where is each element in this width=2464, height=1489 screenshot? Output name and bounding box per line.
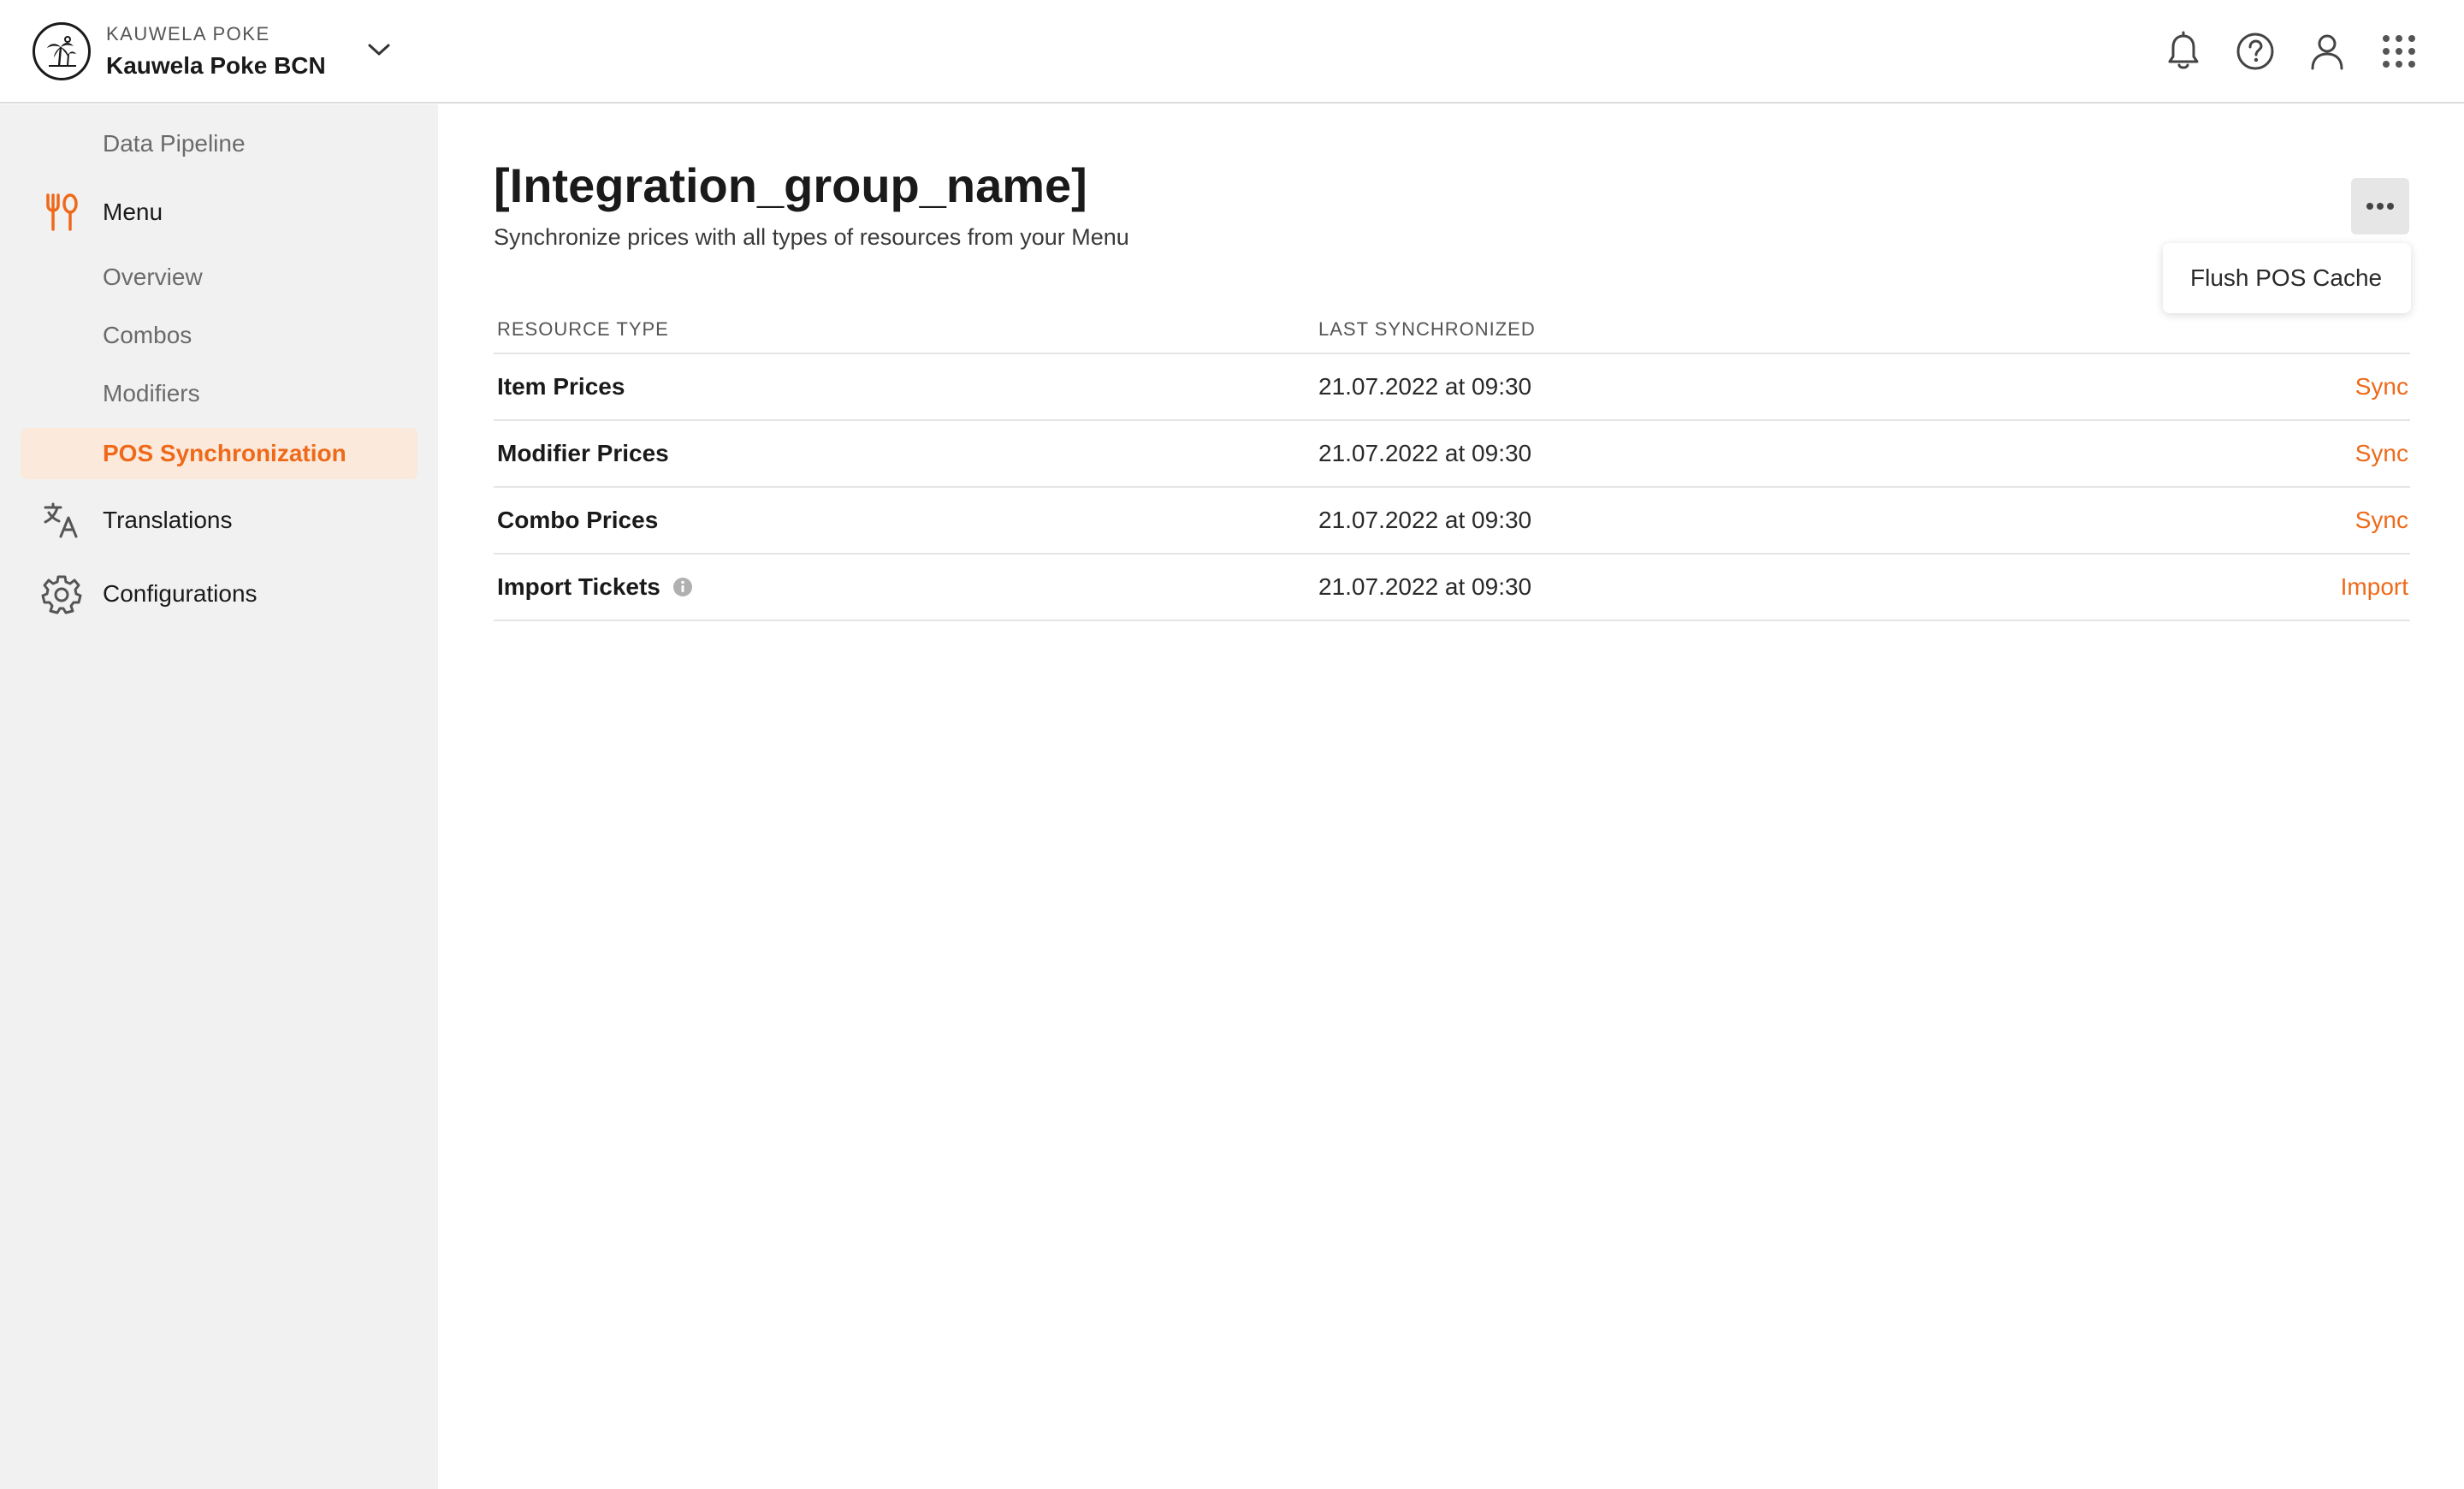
flush-pos-cache-item[interactable]: Flush POS Cache (2163, 264, 2382, 292)
org-text: KAUWELA POKE Kauwela Poke BCN (106, 23, 326, 80)
sidebar-item-configurations-label: Configurations (103, 580, 258, 607)
sidebar-item-data-pipeline[interactable]: Data Pipeline (103, 130, 246, 157)
ellipsis-icon (2366, 203, 2394, 210)
gear-icon (39, 572, 84, 616)
last-synchronized-date: 21.07.2022 at 09:30 (1318, 440, 1532, 466)
sidebar-item-pos-synchronization[interactable]: POS Synchronization (21, 428, 418, 479)
sync-item-prices-button[interactable]: Sync (2355, 373, 2408, 400)
info-icon[interactable] (672, 577, 693, 597)
org-kicker: KAUWELA POKE (106, 23, 270, 44)
fork-knife-icon (39, 190, 84, 234)
more-options-dropdown: Flush POS Cache (2163, 243, 2411, 313)
help-circle-icon[interactable] (2235, 31, 2276, 72)
column-header-last-synchronized: LAST SYNCHRONIZED (1318, 318, 1536, 340)
table-row: Modifier Prices 21.07.2022 at 09:30 Sync (494, 421, 2410, 488)
table-row: Combo Prices 21.07.2022 at 09:30 Sync (494, 488, 2410, 555)
resource-table: RESOURCE TYPE LAST SYNCHRONIZED Item Pri… (494, 310, 2410, 621)
table-row: Import Tickets 21.07.2022 at 09:30 Impor… (494, 555, 2410, 621)
main-content: [Integration_group_name] Synchronize pri… (438, 104, 2464, 1489)
table-header: RESOURCE TYPE LAST SYNCHRONIZED (494, 310, 2410, 354)
org-switcher[interactable]: KAUWELA POKE Kauwela Poke BCN (33, 21, 391, 81)
sidebar-item-menu[interactable]: Menu (39, 190, 163, 234)
user-icon[interactable] (2307, 31, 2348, 72)
table-row: Item Prices 21.07.2022 at 09:30 Sync (494, 354, 2410, 421)
last-synchronized-date: 21.07.2022 at 09:30 (1318, 373, 1532, 400)
chevron-down-icon[interactable] (367, 41, 391, 62)
column-header-resource-type: RESOURCE TYPE (497, 318, 669, 340)
sidebar-item-translations[interactable]: Translations (39, 498, 232, 543)
sidebar-item-pos-synchronization-label: POS Synchronization (103, 440, 346, 466)
sidebar-item-configurations[interactable]: Configurations (39, 572, 258, 616)
translate-icon (39, 498, 84, 543)
org-name: Kauwela Poke BCN (106, 52, 326, 79)
more-options-button[interactable] (2351, 178, 2409, 234)
sidebar-item-modifiers[interactable]: Modifiers (103, 380, 200, 407)
bell-icon[interactable] (2163, 31, 2204, 72)
sidebar-item-translations-label: Translations (103, 507, 233, 533)
page-subtitle: Synchronize prices with all types of res… (494, 224, 1129, 250)
resource-name: Import Tickets (497, 573, 660, 600)
last-synchronized-date: 21.07.2022 at 09:30 (1318, 507, 1532, 533)
top-bar: KAUWELA POKE Kauwela Poke BCN (0, 0, 2464, 104)
sidebar-item-overview[interactable]: Overview (103, 264, 203, 291)
resource-name-with-info: Import Tickets (497, 573, 693, 601)
last-synchronized-date: 21.07.2022 at 09:30 (1318, 573, 1532, 600)
palm-tree-logo-icon (33, 22, 91, 80)
import-tickets-button[interactable]: Import (2341, 573, 2408, 601)
resource-name: Item Prices (497, 373, 625, 400)
sidebar-item-menu-label: Menu (103, 199, 163, 225)
resource-name: Modifier Prices (497, 440, 669, 466)
sync-combo-prices-button[interactable]: Sync (2355, 507, 2408, 534)
apps-grid-icon[interactable] (2378, 31, 2420, 72)
page-title: [Integration_group_name] (494, 158, 1087, 212)
sidebar: Data Pipeline Menu Overview Combos Modif… (0, 104, 438, 1489)
resource-name: Combo Prices (497, 507, 659, 533)
header-actions (2163, 26, 2420, 77)
sync-modifier-prices-button[interactable]: Sync (2355, 440, 2408, 467)
sidebar-item-combos[interactable]: Combos (103, 322, 192, 349)
